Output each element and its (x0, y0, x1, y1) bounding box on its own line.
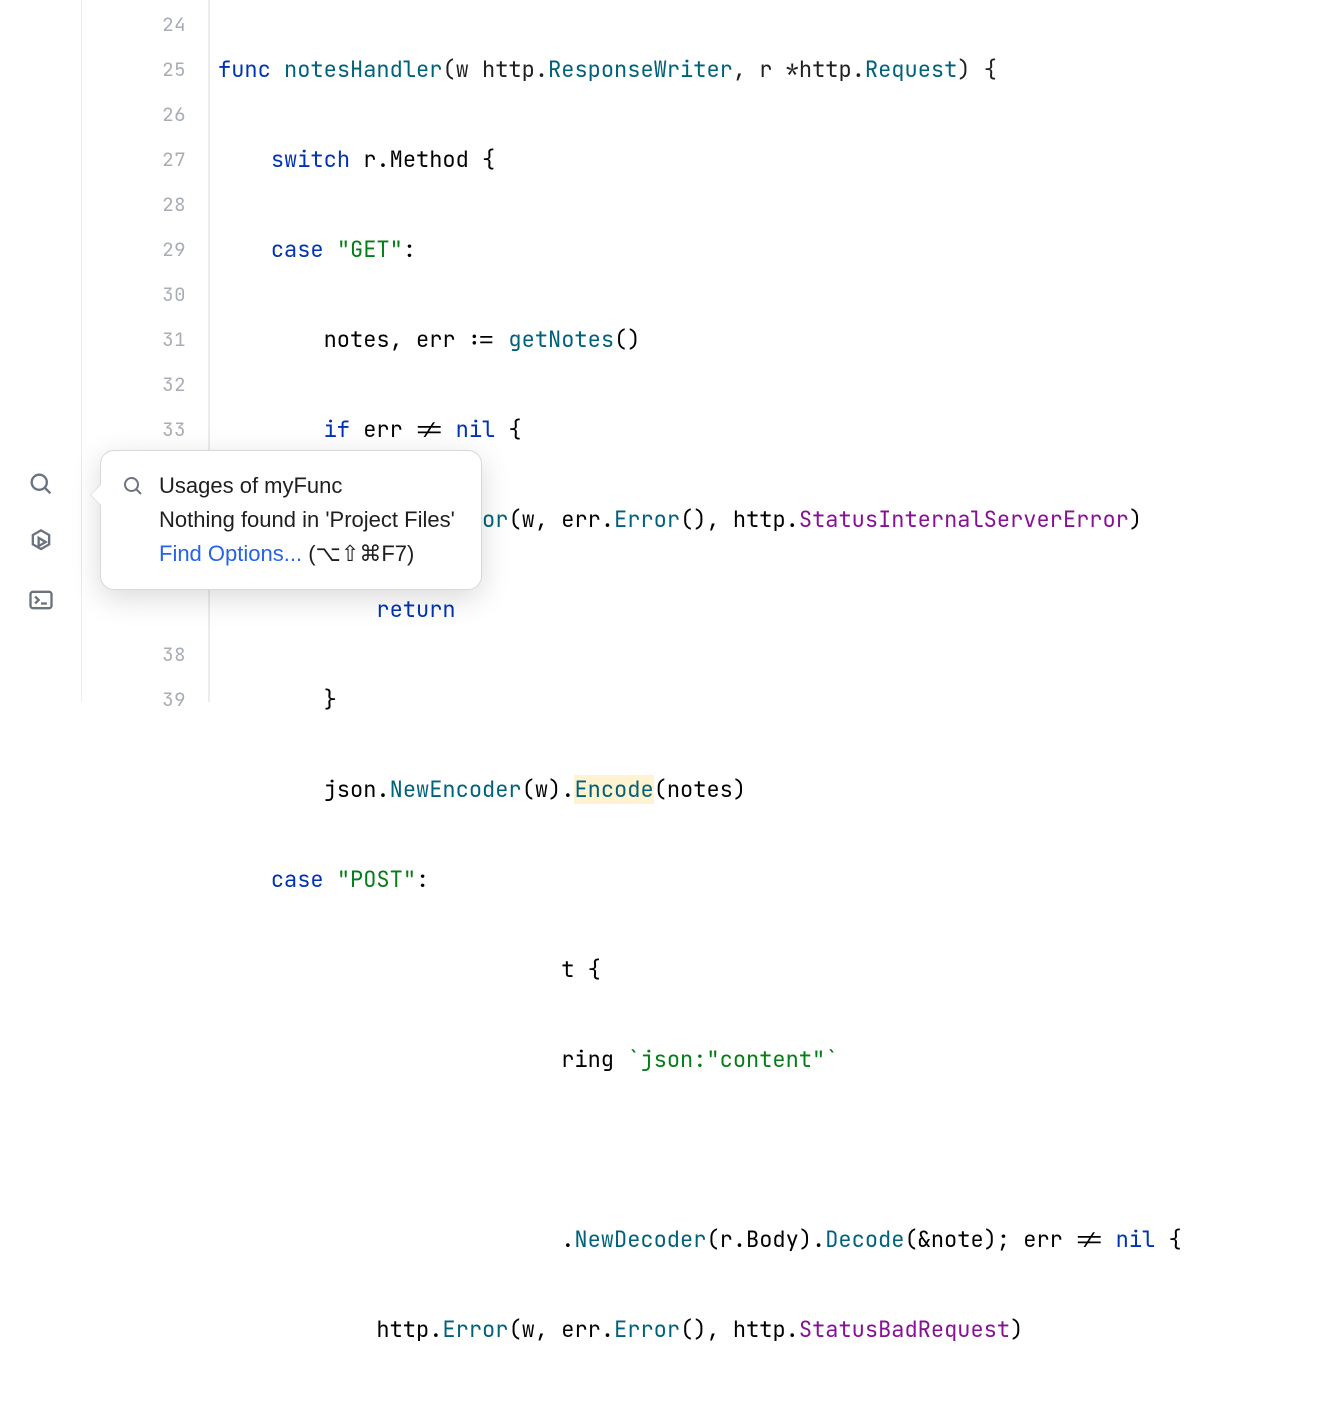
left-tool-rail (0, 0, 82, 702)
line-number: 39 (82, 677, 186, 722)
editor-area: 24 25 26 27 28 29 30 31 32 33 38 39 func… (0, 0, 1336, 702)
search-icon[interactable] (27, 470, 55, 498)
code-line: .NewDecoder(r.Body).Decode(&note); err !… (218, 1217, 1336, 1262)
line-number: 27 (82, 137, 186, 182)
code-line: return (218, 1397, 1336, 1404)
code-line: if err != nil { (218, 407, 1336, 452)
code-line: ring `json:"content"` (218, 1037, 1336, 1082)
code-line: func notesHandler(w http.ResponseWriter,… (218, 47, 1336, 92)
code-line: case "POST": (218, 857, 1336, 902)
find-options-link[interactable]: Find Options... (159, 541, 302, 566)
code-line: } (218, 677, 1336, 722)
run-icon[interactable] (27, 528, 55, 556)
code-line: http.Error(w, err.Error(), http.StatusBa… (218, 1307, 1336, 1352)
code-editor[interactable]: func notesHandler(w http.ResponseWriter,… (210, 0, 1336, 702)
line-number (82, 587, 186, 632)
line-number: 33 (82, 407, 186, 452)
line-number: 26 (82, 92, 186, 137)
code-line: return (218, 587, 1336, 632)
line-number-gutter: 24 25 26 27 28 29 30 31 32 33 38 39 (82, 0, 210, 702)
popup-subtitle: Nothing found in 'Project Files' (159, 503, 455, 537)
line-number: 32 (82, 362, 186, 407)
line-number: 38 (82, 632, 186, 677)
line-number: 30 (82, 272, 186, 317)
search-icon (121, 474, 145, 498)
popup-title: Usages of myFunc (159, 469, 455, 503)
terminal-icon[interactable] (27, 586, 55, 614)
code-line: case "GET": (218, 227, 1336, 272)
keyboard-shortcut-text: (⌥⇧⌘F7) (308, 541, 414, 566)
code-line: json.NewEncoder(w).Encode(notes) (218, 767, 1336, 812)
line-number: 31 (82, 317, 186, 362)
code-line: notes, err := getNotes() (218, 317, 1336, 362)
line-number: 25 (82, 47, 186, 92)
line-number: 24 (82, 2, 186, 47)
code-line: t { (218, 947, 1336, 992)
line-number: 28 (82, 182, 186, 227)
line-number: 29 (82, 227, 186, 272)
find-usages-popup: Usages of myFunc Nothing found in 'Proje… (100, 450, 482, 590)
code-line: switch r.Method { (218, 137, 1336, 182)
code-line (218, 1127, 1336, 1172)
